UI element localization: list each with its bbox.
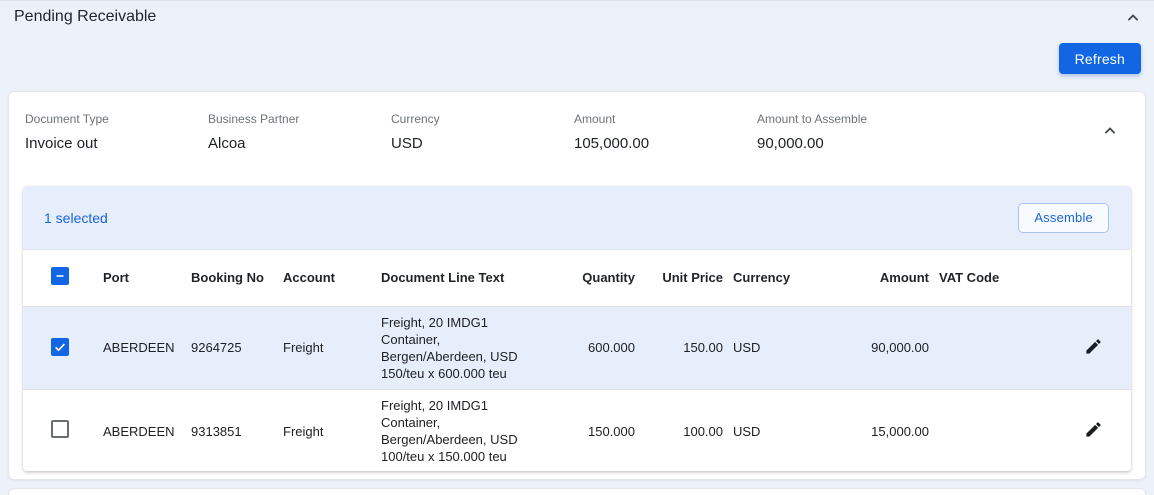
table-row[interactable]: ABERDEEN 9313851 Freight Freight, 20 IMD… — [23, 390, 1131, 472]
cell-quantity: 600.000 — [549, 307, 645, 390]
field-label: Amount — [574, 112, 757, 126]
summary-collapse-button[interactable] — [1099, 120, 1121, 142]
cell-port: ABERDEEN — [103, 390, 191, 472]
panel-collapse-button[interactable] — [1122, 7, 1144, 29]
field-value: Invoice out — [25, 135, 208, 152]
pending-receivable-card: Document Type Invoice out Business Partn… — [8, 91, 1146, 480]
column-header-currency: Currency — [733, 250, 817, 307]
cell-booking-no: 9264725 — [191, 307, 283, 390]
chevron-up-icon — [1100, 121, 1120, 141]
column-header-unit-price: Unit Price — [645, 250, 733, 307]
refresh-button[interactable]: Refresh — [1059, 43, 1141, 74]
edit-row-button[interactable] — [1082, 335, 1105, 361]
cell-vat-code — [939, 307, 1013, 390]
cell-vat-code — [939, 390, 1013, 472]
column-header-vat-code: VAT Code — [939, 250, 1013, 307]
column-header-quantity: Quantity — [549, 250, 645, 307]
line-items-card: 1 selected Assemble P — [23, 186, 1131, 471]
cell-document-line-text: Freight, 20 IMDG1 Container, Bergen/Aber… — [381, 307, 549, 390]
selected-count: 1 selected — [44, 210, 108, 226]
pencil-icon — [1084, 337, 1103, 356]
table-row[interactable]: ABERDEEN 9264725 Freight Freight, 20 IMD… — [23, 307, 1131, 390]
cell-unit-price: 150.00 — [645, 307, 733, 390]
cell-amount: 15,000.00 — [817, 390, 939, 472]
field-label: Amount to Assemble — [757, 112, 940, 126]
cell-document-line-text: Freight, 20 IMDG1 Container, Bergen/Aber… — [381, 390, 549, 472]
summary-field-currency: Currency USD — [391, 112, 574, 152]
row-checkbox[interactable] — [51, 338, 69, 356]
column-header-account: Account — [283, 250, 381, 307]
edit-row-button[interactable] — [1082, 418, 1105, 444]
column-header-port: Port — [103, 250, 191, 307]
summary-field-amount: Amount 105,000.00 — [574, 112, 757, 152]
indeterminate-dash-icon — [53, 269, 67, 283]
cell-booking-no: 9313851 — [191, 390, 283, 472]
column-header-document-line-text: Document Line Text — [381, 250, 549, 307]
table-header-row: Port Booking No Account Document Line Te… — [23, 250, 1131, 307]
field-value: USD — [391, 135, 574, 152]
next-panel-top-edge — [8, 488, 1146, 495]
field-value: 105,000.00 — [574, 135, 757, 152]
field-label: Document Type — [25, 112, 208, 126]
assemble-button[interactable]: Assemble — [1018, 203, 1109, 233]
field-label: Currency — [391, 112, 574, 126]
cell-port: ABERDEEN — [103, 307, 191, 390]
column-header-booking-no: Booking No — [191, 250, 283, 307]
cell-account: Freight — [283, 390, 381, 472]
cell-quantity: 150.000 — [549, 390, 645, 472]
column-header-actions — [1013, 250, 1131, 307]
cell-amount: 90,000.00 — [817, 307, 939, 390]
cell-unit-price: 100.00 — [645, 390, 733, 472]
field-value: Alcoa — [208, 135, 391, 152]
field-value: 90,000.00 — [757, 135, 940, 152]
page-title: Pending Receivable — [14, 8, 156, 26]
select-all-checkbox[interactable] — [51, 267, 69, 285]
row-checkbox[interactable] — [51, 420, 69, 438]
chevron-up-icon — [1123, 8, 1143, 28]
summary-field-business-partner: Business Partner Alcoa — [208, 112, 391, 152]
summary-field-document-type: Document Type Invoice out — [25, 112, 208, 152]
cell-account: Freight — [283, 307, 381, 390]
document-summary-row: Document Type Invoice out Business Partn… — [9, 92, 1145, 186]
pencil-icon — [1084, 420, 1103, 439]
cell-currency: USD — [733, 307, 817, 390]
column-header-amount: Amount — [817, 250, 939, 307]
selection-toolbar: 1 selected Assemble — [23, 186, 1131, 249]
cell-currency: USD — [733, 390, 817, 472]
line-items-table: Port Booking No Account Document Line Te… — [23, 249, 1131, 471]
summary-field-amount-to-assemble: Amount to Assemble 90,000.00 — [757, 112, 940, 152]
checkmark-icon — [53, 340, 67, 354]
field-label: Business Partner — [208, 112, 391, 126]
